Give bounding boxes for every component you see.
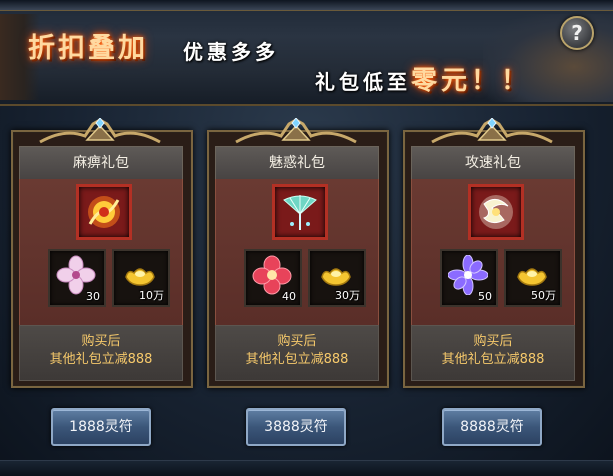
spirit-orb-icon — [479, 195, 513, 229]
pink-flower-icon — [56, 255, 96, 295]
pack-discount-note: 购买后 其他礼包立减888 — [215, 325, 379, 381]
item-quantity: 40 — [282, 290, 296, 303]
buy-button-paralysis-pack[interactable]: 1888灵符 — [51, 408, 151, 446]
pack-card-paralysis: 麻痹礼包 30 10万 购买后 其他礼包立减888 — [11, 118, 193, 388]
pack-card-charm: 魅惑礼包 40 30万 购买后 其他礼包立减888 — [207, 118, 389, 388]
item-quantity: 10万 — [139, 289, 164, 302]
pack-main-item-slot[interactable] — [468, 184, 524, 240]
pack-title: 麻痹礼包 — [19, 146, 183, 180]
buy-button-charm-pack[interactable]: 3888灵符 — [246, 408, 346, 446]
note-line-after-purchase: 购买后 — [81, 334, 121, 349]
note-line-discount: 其他礼包立减888 — [245, 352, 349, 367]
flame-flower-icon — [88, 196, 120, 228]
buy-button-attack-speed-pack[interactable]: 8888灵符 — [442, 408, 542, 446]
pack-item-slot[interactable]: 50万 — [504, 249, 562, 307]
red-flower-icon — [252, 255, 292, 295]
slogan-zero-suffix: ！！ — [471, 66, 532, 96]
slogan-zero-prefix: 礼包低至 — [315, 70, 411, 94]
note-line-discount: 其他礼包立减888 — [441, 352, 545, 367]
item-quantity: 50万 — [531, 289, 556, 302]
note-line-discount: 其他礼包立减888 — [49, 352, 153, 367]
pack-item-slot[interactable]: 30万 — [308, 249, 366, 307]
pack-title: 魅惑礼包 — [215, 146, 379, 180]
slogan-zero-highlight: 零元 — [411, 66, 472, 96]
pack-item-slot[interactable]: 30 — [48, 249, 106, 307]
banner-top-bar — [0, 0, 613, 11]
pack-card-attack-speed: 攻速礼包 50 50万 购买后 其他礼包立减888 — [403, 118, 585, 388]
pack-discount-note: 购买后 其他礼包立减888 — [19, 325, 183, 381]
dragon-crest-icon — [431, 118, 553, 144]
pack-item-slot[interactable]: 50 — [440, 249, 498, 307]
pack-title: 攻速礼包 — [411, 146, 575, 180]
slogan-discount-stack: 折扣叠加 — [28, 33, 148, 64]
pack-contents: 50 50万 — [411, 179, 575, 325]
item-quantity: 30 — [86, 290, 100, 303]
note-line-after-purchase: 购买后 — [473, 334, 513, 349]
pack-main-item-slot[interactable] — [272, 184, 328, 240]
item-quantity: 50 — [478, 290, 492, 303]
pack-discount-note: 购买后 其他礼包立减888 — [411, 325, 575, 381]
bottom-frame — [0, 460, 613, 476]
slogan-zero-price: 礼包低至零元！！ — [315, 60, 531, 97]
promo-banner: 折扣叠加 优惠多多 礼包低至零元！！ ? — [0, 0, 613, 106]
pack-item-slot[interactable]: 40 — [244, 249, 302, 307]
purple-flower-icon — [448, 255, 488, 295]
item-quantity: 30万 — [335, 289, 360, 302]
help-button[interactable]: ? — [560, 16, 594, 50]
pack-contents: 30 10万 — [19, 179, 183, 325]
pack-contents: 40 30万 — [215, 179, 379, 325]
slogan-more-offers: 优惠多多 — [183, 40, 279, 64]
jade-fan-icon — [283, 195, 317, 230]
pack-item-slot[interactable]: 10万 — [112, 249, 170, 307]
note-line-after-purchase: 购买后 — [277, 334, 317, 349]
pack-main-item-slot[interactable] — [76, 184, 132, 240]
dragon-crest-icon — [235, 118, 357, 144]
dragon-crest-icon — [39, 118, 161, 144]
